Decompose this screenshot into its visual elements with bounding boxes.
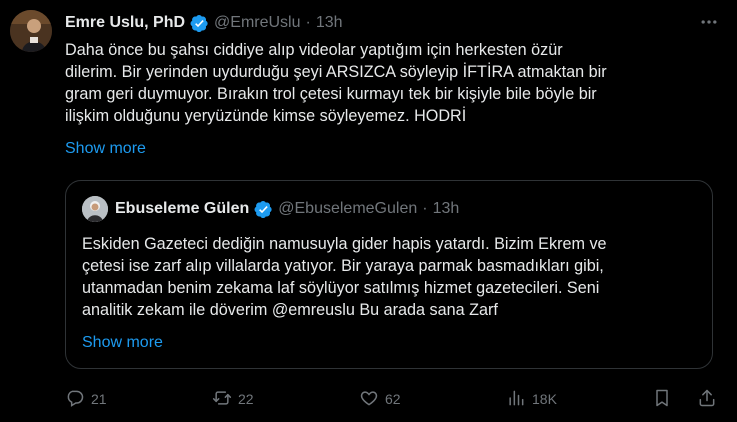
author-handle[interactable]: @EmreUslu <box>214 14 300 32</box>
quoted-timestamp[interactable]: 13h <box>433 200 460 218</box>
quoted-text-line: çetesi ise zarf alıp villalarda yatıyor.… <box>82 257 604 275</box>
tweet-text-line: Daha önce bu şahsı ciddiye alıp videolar… <box>65 41 563 59</box>
reply-button[interactable]: 21 <box>65 386 107 412</box>
like-button[interactable]: 62 <box>359 386 401 412</box>
quoted-text-line: Eskiden Gazeteci dediğin namusuyla gider… <box>82 235 607 253</box>
tweet[interactable]: Emre Uslu, PhD @EmreUslu · 13h Daha önce… <box>0 0 737 422</box>
quoted-text: Eskiden Gazeteci dediğin namusuyla gider… <box>82 233 702 321</box>
repost-count: 22 <box>238 391 254 407</box>
verified-badge-icon[interactable] <box>254 200 273 219</box>
quoted-header: Ebuseleme Gülen @EbuselemeGulen · 13h <box>115 198 459 220</box>
tweet-text: Daha önce bu şahsı ciddiye alıp videolar… <box>65 39 720 127</box>
separator-dot: · <box>422 200 428 217</box>
share-icon <box>697 388 717 411</box>
quoted-author-avatar[interactable] <box>82 196 108 222</box>
action-bar: 21 22 62 18K <box>65 386 720 412</box>
like-icon <box>359 388 379 411</box>
share-button[interactable] <box>697 386 717 412</box>
author-name[interactable]: Emre Uslu, PhD <box>65 14 185 32</box>
reply-icon <box>65 388 85 411</box>
verified-badge-icon[interactable] <box>190 14 209 33</box>
repost-button[interactable]: 22 <box>212 386 254 412</box>
views-count: 18K <box>532 391 557 407</box>
quoted-text-line: analitik zekam ile döverim @emreuslu Bu … <box>82 301 498 319</box>
author-avatar[interactable] <box>10 10 52 52</box>
views-icon <box>506 388 526 411</box>
quoted-show-more-link[interactable]: Show more <box>82 334 163 352</box>
separator-dot: · <box>305 14 311 31</box>
tweet-text-line: dilerim. Bir yerinden uydurduğu şeyi ARS… <box>65 63 607 81</box>
tweet-text-line: ilişkim olduğunu yeryüzünde kimse söyley… <box>65 107 467 125</box>
quoted-author-name[interactable]: Ebuseleme Gülen <box>115 200 249 218</box>
quoted-tweet[interactable]: Ebuseleme Gülen @EbuselemeGulen · 13h Es… <box>65 180 713 369</box>
show-more-link[interactable]: Show more <box>65 140 146 158</box>
tweet-text-line: gram geri duymuyor. Bırakın trol çetesi … <box>65 85 597 103</box>
like-count: 62 <box>385 391 401 407</box>
bookmark-icon <box>652 388 672 411</box>
views-button[interactable]: 18K <box>506 386 557 412</box>
repost-icon <box>212 388 232 411</box>
quoted-author-handle[interactable]: @EbuselemeGulen <box>278 200 417 218</box>
reply-count: 21 <box>91 391 107 407</box>
more-icon[interactable] <box>697 12 721 32</box>
tweet-header: Emre Uslu, PhD @EmreUslu · 13h <box>65 12 677 34</box>
bookmark-button[interactable] <box>652 386 672 412</box>
quoted-text-line: utanmadan benim zekama laf söylüyor satı… <box>82 279 600 297</box>
timestamp[interactable]: 13h <box>316 14 343 32</box>
